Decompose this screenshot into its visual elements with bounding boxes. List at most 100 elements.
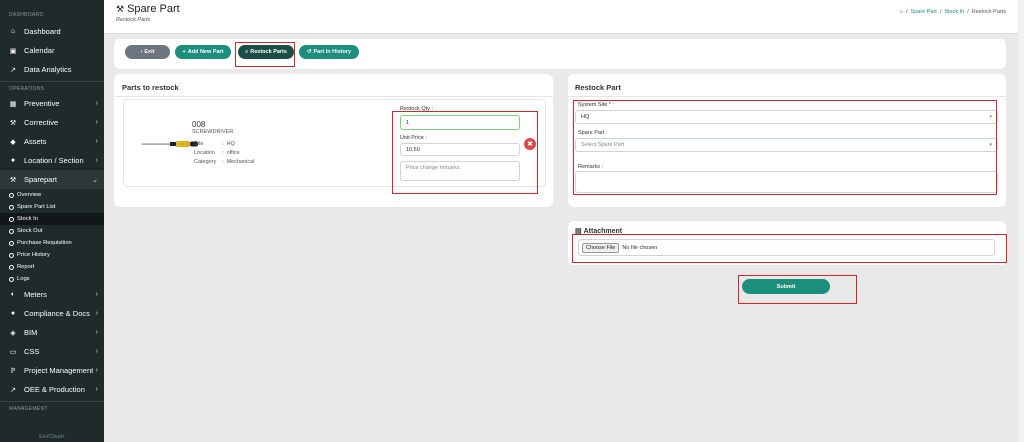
close-icon: ✖	[527, 141, 533, 148]
sidebar-item-data-analytics[interactable]: ↗ Data Analytics	[0, 60, 104, 79]
exit-button[interactable]: ‹ Exit	[125, 45, 170, 59]
restock-parts-label: Restock Parts	[250, 49, 287, 55]
circle-icon	[9, 264, 14, 270]
info-label: Category	[194, 159, 217, 165]
sidebar-item-css[interactable]: ▭ CSS ›	[0, 342, 104, 361]
chevron-right-icon: ›	[95, 138, 98, 145]
info-label: Site	[194, 141, 204, 147]
breadcrumb-spare-part[interactable]: Spare Part	[911, 9, 937, 15]
sidebar-item-label: Dashboard	[24, 27, 61, 36]
unit-price-input[interactable]: 10.50	[400, 143, 520, 156]
add-new-part-label: Add New Part	[187, 49, 224, 55]
sidebar-subitem-label: Purchase Requisition	[17, 240, 72, 246]
toolbar: ‹ Exit + Add New Part ≡ Restock Parts ↺ …	[114, 39, 1006, 69]
sidebar-subitem-logs[interactable]: Logs	[0, 273, 104, 285]
sidebar-item-location-section[interactable]: ● Location / Section ›	[0, 151, 104, 170]
file-input[interactable]: Choose File No file chosen	[578, 239, 995, 256]
sidebar-subitem-label: Stock In	[17, 216, 38, 222]
sidebar-item-label: OEE & Production	[24, 385, 85, 394]
unit-price-label: Unit Price :	[400, 135, 427, 141]
gauge-icon: ◐	[10, 291, 16, 298]
circle-icon	[9, 240, 14, 246]
breadcrumb: ⌂ / Spare Part / Stock In / Restock Part…	[900, 9, 1006, 15]
part-name: SCREWDRIVER	[192, 129, 234, 135]
sidebar-subitem-stock-out[interactable]: Stock Out	[0, 225, 104, 237]
sidebar-item-assets[interactable]: ◆ Assets ›	[0, 132, 104, 151]
add-new-part-button[interactable]: + Add New Part	[175, 45, 231, 59]
sidebar-item-label: Corrective	[24, 118, 59, 127]
sidebar-item-oee-production[interactable]: ↗ OEE & Production ›	[0, 380, 104, 399]
spare-part-select[interactable]: Select Spare Part ▾	[575, 138, 998, 152]
sidebar-subitem-overview[interactable]: Overview	[0, 189, 104, 201]
sidebar-subitem-purchase-requisition[interactable]: Purchase Requisition	[0, 237, 104, 249]
breadcrumb-stock-in[interactable]: Stock In	[944, 9, 964, 15]
info-value: HQ	[226, 141, 235, 147]
sidebar-item-meters[interactable]: ◐ Meters ›	[0, 285, 104, 304]
breadcrumb-separator: /	[967, 9, 969, 15]
info-row-location: Location: office	[194, 150, 240, 156]
price-remarks-textarea[interactable]: Price change remarks.	[400, 161, 520, 181]
sidebar-item-compliance-docs[interactable]: ● Compliance & Docs ›	[0, 304, 104, 323]
restock-qty-input[interactable]: 1	[400, 115, 520, 130]
sidebar-item-dashboard[interactable]: ⌂ Dashboard	[0, 22, 104, 41]
info-row-site: Site: HQ	[194, 141, 235, 147]
chevron-down-icon: ▾	[989, 114, 992, 120]
sidebar-subitem-label: Logs	[17, 276, 30, 282]
choose-file-button[interactable]: Choose File	[582, 242, 620, 253]
sidebar-subitem-label: Overview	[17, 192, 42, 198]
sidebar-item-bim[interactable]: ◈ BIM ›	[0, 323, 104, 342]
chevron-right-icon: ›	[95, 386, 98, 393]
circle-icon	[9, 192, 14, 198]
calendar-icon: ▣	[9, 47, 17, 55]
sidebar-subitem-stock-in[interactable]: Stock In	[0, 213, 104, 225]
chevron-right-icon: ›	[95, 100, 98, 107]
plus-icon: +	[182, 49, 186, 55]
info-row-category: Category: Mechanical	[194, 159, 255, 165]
spare-part-label: Spare Part :	[578, 130, 608, 136]
sidebar-item-label: Data Analytics	[24, 65, 72, 74]
sidebar-item-preventive[interactable]: ▦ Preventive ›	[0, 94, 104, 113]
restock-card-title: Restock Part	[575, 83, 621, 92]
sidebar-subitem-label: Report	[17, 264, 35, 270]
monitor-icon: ▭	[9, 348, 17, 356]
sidebar-item-calendar[interactable]: ▣ Calendar	[0, 41, 104, 60]
tools-icon: ⚒	[116, 3, 125, 14]
chevron-right-icon: ›	[95, 329, 98, 336]
circle-icon	[9, 276, 14, 282]
remarks-textarea[interactable]	[575, 171, 998, 193]
shield-icon: ●	[10, 310, 16, 317]
map-pin-icon: ●	[10, 157, 16, 164]
sidebar-subitem-report[interactable]: Report	[0, 261, 104, 273]
restock-part-card: Restock Part System Site * : HQ ▾ Spare …	[568, 74, 1006, 207]
card-divider	[568, 96, 1006, 97]
sidebar-item-project-management[interactable]: ℙ Project Management ›	[0, 361, 104, 380]
sidebar-footer-logo: EnVCloud+	[39, 434, 65, 440]
restock-qty-label: Restock Qty :	[400, 106, 434, 112]
submit-button[interactable]: Submit	[742, 279, 830, 294]
chevron-down-icon: ▾	[989, 142, 992, 148]
sidebar-subitem-spare-part-list[interactable]: Spare Part List	[0, 201, 104, 213]
system-site-select[interactable]: HQ ▾	[575, 110, 998, 124]
page-title-text: Spare Part	[127, 3, 180, 15]
sidebar-subitem-label: Price History	[17, 252, 50, 258]
bars-icon: ≡	[245, 49, 249, 55]
file-status: No file chosen	[622, 244, 658, 251]
chart-line-icon: ↗	[10, 66, 16, 74]
tag-icon: ◆	[10, 138, 16, 146]
sidebar-item-corrective[interactable]: ⚒ Corrective ›	[0, 113, 104, 132]
circle-icon	[9, 216, 14, 222]
restock-parts-button[interactable]: ≡ Restock Parts	[238, 45, 294, 59]
wrench-icon: ⚒	[9, 119, 17, 127]
sidebar-section-management: MANAGEMENT	[9, 406, 48, 412]
history-icon: ↺	[306, 49, 312, 55]
sidebar-subitem-price-history[interactable]: Price History	[0, 249, 104, 261]
chevron-right-icon: ›	[95, 348, 98, 355]
remove-item-button[interactable]: ✖	[524, 138, 536, 150]
info-value: office	[226, 150, 240, 156]
sidebar-item-sparepart[interactable]: ⚒ Sparepart ⌄	[0, 170, 104, 189]
home-icon[interactable]: ⌂	[900, 9, 903, 15]
page-scrollbar[interactable]	[1018, 0, 1024, 442]
file-icon: ▤	[575, 228, 582, 235]
chevron-right-icon: ›	[95, 367, 98, 374]
part-in-history-button[interactable]: ↺ Part In History	[299, 45, 359, 59]
